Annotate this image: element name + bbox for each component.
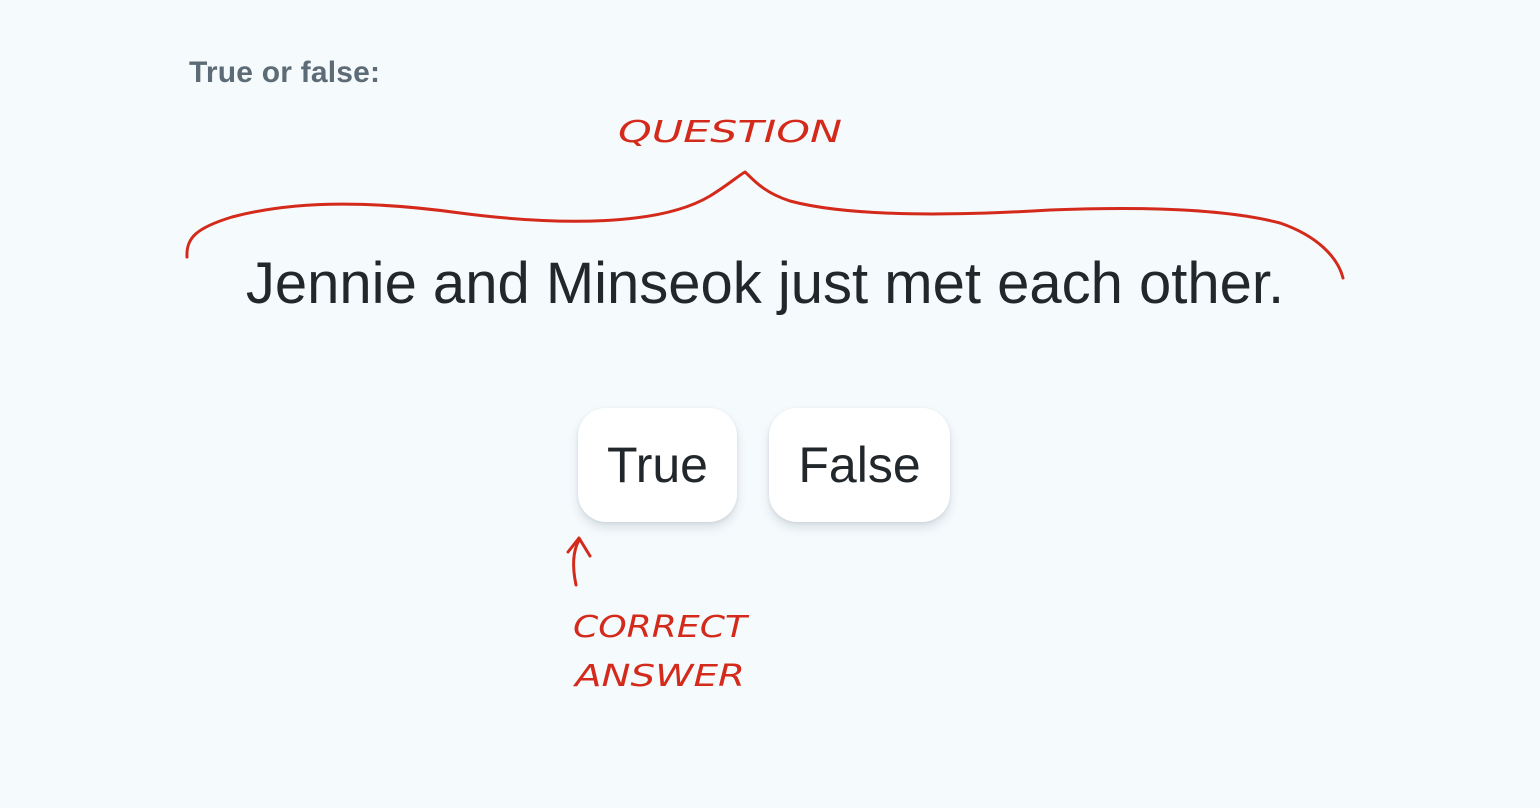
prompt-label: True or false:	[189, 56, 381, 89]
true-answer-button[interactable]: True	[578, 408, 737, 522]
correct-answer-arrow	[566, 536, 592, 587]
correct-annotation-line2: ANSWER	[572, 659, 745, 694]
question-text: Jennie and Minseok just met each other.	[245, 251, 1285, 316]
false-answer-button[interactable]: False	[769, 408, 950, 522]
correct-annotation-line1: CORRECT	[573, 610, 750, 645]
question-annotation: QUESTION	[618, 115, 842, 150]
annotation-overlay: QUESTION CORRECT ANSWER	[185, 115, 1345, 694]
